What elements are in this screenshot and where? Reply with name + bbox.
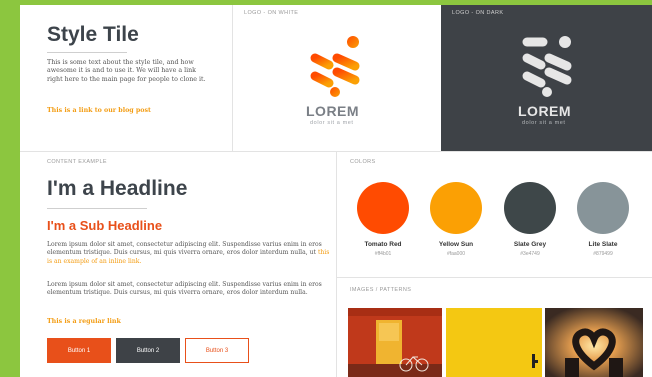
logo-on-dark-panel: LOGO - ON DARK LOREM dolor sit a met	[441, 5, 652, 151]
sub-headline: I'm a Sub Headline	[47, 218, 163, 233]
logo-on-dark-label: LOGO - ON DARK	[452, 10, 504, 16]
swatch-name: Yellow Sun	[438, 241, 474, 248]
swatch-name: Tomato Red	[364, 241, 402, 248]
logo-wordmark: LOREM	[518, 103, 572, 119]
heart-hands-sunset-image	[545, 308, 643, 377]
image-yellow-pattern	[446, 308, 542, 377]
logo-mark-icon	[522, 36, 572, 97]
button-1[interactable]: Button 1	[47, 338, 111, 363]
swatch-hex: #ff4b01	[374, 251, 392, 257]
blog-post-link[interactable]: This is a link to our blog post	[47, 107, 151, 114]
colors-label: COLORS	[350, 159, 376, 165]
button-3[interactable]: Button 3	[185, 338, 249, 363]
image-red-wall	[348, 308, 442, 377]
content-example-label: CONTENT EXAMPLE	[47, 159, 107, 165]
swatch-yellow-sun	[430, 182, 482, 234]
style-tile-page: Style Tile This is some text about the s…	[20, 5, 652, 377]
logo-tagline: dolor sit a met	[522, 120, 566, 126]
image-heart-hands	[545, 308, 643, 377]
page-title: Style Tile	[47, 23, 139, 46]
swatch-name: Lite Slate	[588, 241, 618, 248]
logo-tagline: dolor sit a met	[310, 120, 354, 126]
yellow-wall-image	[446, 308, 542, 377]
logo-on-white-label: LOGO - ON WHITE	[244, 10, 299, 16]
swatch-slate-grey	[504, 182, 556, 234]
headline: I'm a Headline	[47, 177, 188, 200]
button-2[interactable]: Button 2	[116, 338, 180, 363]
regular-link[interactable]: This is a regular link	[47, 318, 121, 325]
swatch-hex: #879499	[593, 251, 613, 257]
swatch-lite-slate	[577, 182, 629, 234]
logo-wordmark: LOREM	[306, 103, 360, 119]
body-paragraph: Lorem ipsum dolor sit amet, consectetur …	[47, 281, 322, 297]
logo-mark-icon	[310, 36, 360, 97]
images-patterns-label: IMAGES / PATTERNS	[350, 287, 412, 293]
style-tile-description: This is some text about the style tile, …	[47, 59, 206, 83]
swatch-name: Slate Grey	[513, 241, 547, 248]
swatch-hex: #3e4749	[520, 251, 540, 257]
divider	[336, 151, 337, 377]
headline-rule	[47, 208, 147, 209]
divider	[336, 277, 652, 278]
swatch-hex: #faa000	[446, 251, 466, 257]
title-rule	[47, 52, 127, 53]
red-wall-bicycle-image	[348, 308, 442, 377]
logo-on-white-panel: LOGO - ON WHITE LOREM dolor sit a met	[233, 5, 440, 151]
body-text: Lorem ipsum dolor sit amet, consectetur …	[47, 241, 322, 257]
body-paragraph: Lorem ipsum dolor sit amet, consectetur …	[47, 241, 332, 266]
swatch-tomato-red	[357, 182, 409, 234]
